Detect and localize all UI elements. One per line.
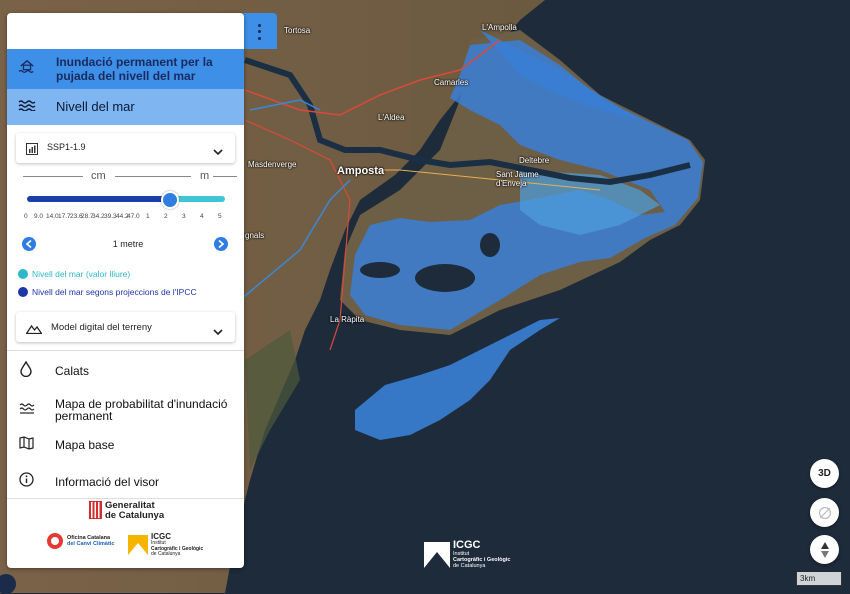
icgc-map-line3: de Catalunya (453, 563, 486, 569)
icgc-logo: ICGC Institut Cartogràfic i Geològic de … (128, 532, 203, 558)
waves-icon (18, 98, 36, 116)
flooded-house-icon (18, 59, 36, 80)
scenario-select[interactable]: SSP1-1.9 (16, 133, 235, 163)
menu-flood-probability-label: Mapa de probabilitat d'inundació permane… (55, 397, 228, 423)
place-sant-jaume: Sant Jaume d'Enveja (496, 170, 539, 188)
icgc-emblem-icon (128, 534, 148, 555)
icgc-map-title: ICGC (453, 539, 481, 551)
place-camarles: Camarles (434, 78, 469, 87)
generalitat-emblem-icon (89, 501, 102, 519)
legend-ipcc: Nivell del mar segons projeccions de l'I… (18, 287, 197, 297)
legend-free-value: Nivell del mar (valor lliure) (18, 269, 130, 279)
more-options-icon[interactable] (253, 22, 265, 42)
slider-ticks: 0 9.0 14.0 17.7 23.6 28.7 34.2 39.3 44.2 47.0 1 2 3 4… (24, 213, 234, 223)
terrain-model-select[interactable]: Model digital del terreny (16, 312, 235, 342)
unit-cm: cm (91, 170, 106, 182)
slider-handle[interactable] (161, 191, 179, 209)
occ-emblem-icon (47, 533, 63, 549)
occ-logo: Oficina Catalana del Canvi Climàtic (46, 532, 114, 550)
menu-viewer-info-label: Informació del visor (55, 475, 160, 489)
water-drop-icon (19, 360, 33, 382)
slider-tick-label: 39.3 (104, 213, 117, 220)
menu-viewer-info[interactable]: Informació del visor (7, 472, 244, 492)
place-tortosa: Tortosa (284, 26, 311, 35)
slider-tick-label: 47.0 (127, 213, 140, 220)
north-arrow-button[interactable] (810, 535, 839, 564)
unit-m: m (200, 170, 210, 182)
place-deltebre: Deltebre (519, 156, 550, 165)
slider-tick-label: 1 (146, 213, 150, 220)
icgc-map-logo: ICGC Institut Cartogràfic i Geològic de … (424, 540, 510, 569)
menu-base-map[interactable]: Mapa base (7, 435, 244, 455)
generalitat-line2: de Catalunya (105, 510, 165, 521)
info-icon (19, 472, 34, 492)
layer-sea-level-label: Nivell del mar (56, 99, 135, 114)
icgc-logo-mark-icon (424, 541, 450, 568)
place-masdenverge: Masdenverge (248, 160, 297, 169)
sea-level-slider[interactable] (27, 191, 225, 209)
divider (7, 350, 244, 351)
chevron-down-icon (213, 323, 223, 341)
menu-base-map-label: Mapa base (55, 438, 115, 452)
panel-footer: Generalitat de Catalunya Oficina Catalan… (7, 499, 244, 568)
layer-permanent-flood-label: Inundació permanent per la pujada del ni… (56, 55, 213, 83)
icgc-line3: de Catalunya (151, 551, 181, 557)
chart-icon (26, 142, 38, 160)
place-rapita: La Ràpita (330, 315, 365, 324)
chevron-down-icon (213, 143, 223, 161)
side-panel: Inundació permanent per la pujada del ni… (7, 13, 244, 568)
three-d-button[interactable]: 3D (810, 459, 839, 488)
compass-off-icon (818, 506, 831, 519)
units-row: cm m (17, 170, 239, 184)
waves-icon (19, 401, 35, 419)
slider-fill-left (27, 196, 170, 202)
slider-tick-label: 34.2 (92, 213, 105, 220)
generalitat-logo: Generalitat de Catalunya (89, 501, 164, 521)
chevron-right-icon (218, 240, 224, 248)
scenario-value: SSP1-1.9 (47, 142, 86, 152)
menu-calats-label: Calats (55, 364, 90, 378)
legend-dot (18, 287, 28, 297)
legend-label: Nivell del mar (valor lliure) (32, 269, 131, 279)
place-signals: gnals (245, 231, 265, 240)
mountain-icon (25, 321, 43, 339)
slider-tick-label: 4 (200, 213, 204, 220)
occ-line2: del Canvi Climàtic (67, 541, 115, 547)
slider-tick-label: 0 (24, 213, 28, 220)
slider-tick-label: 14.0 (46, 213, 59, 220)
menu-flood-probability[interactable]: Mapa de probabilitat d'inundació permane… (7, 395, 244, 425)
menu-calats[interactable]: Calats (7, 360, 244, 382)
layer-sea-level[interactable]: Nivell del mar (7, 89, 244, 125)
place-ampolla: L'Ampolla (482, 23, 517, 32)
slider-tick-label: 2 (164, 213, 168, 220)
slider-tick-label: 5 (218, 213, 222, 220)
slider-tick-label: 3 (182, 213, 186, 220)
level-value: 1 metre (112, 239, 144, 249)
terrain-model-label: Model digital del terreny (51, 322, 152, 333)
slider-tick-label: 9.0 (34, 213, 44, 220)
map-scale: 3km (796, 572, 842, 586)
place-aldea: L'Aldea (378, 113, 405, 122)
legend-label: Nivell del mar segons projeccions de l'I… (32, 287, 197, 297)
legend-dot (18, 269, 28, 279)
north-arrow-icon (820, 541, 829, 558)
slider-tick-label: 17.7 (58, 213, 71, 220)
layer-permanent-flood[interactable]: Inundació permanent per la pujada del ni… (7, 49, 244, 89)
map-icon (19, 435, 34, 455)
next-level-button[interactable] (214, 237, 228, 251)
place-amposta: Amposta (337, 165, 385, 177)
level-nav: 1 metre (22, 237, 234, 253)
compass-disabled-button[interactable] (810, 498, 839, 527)
